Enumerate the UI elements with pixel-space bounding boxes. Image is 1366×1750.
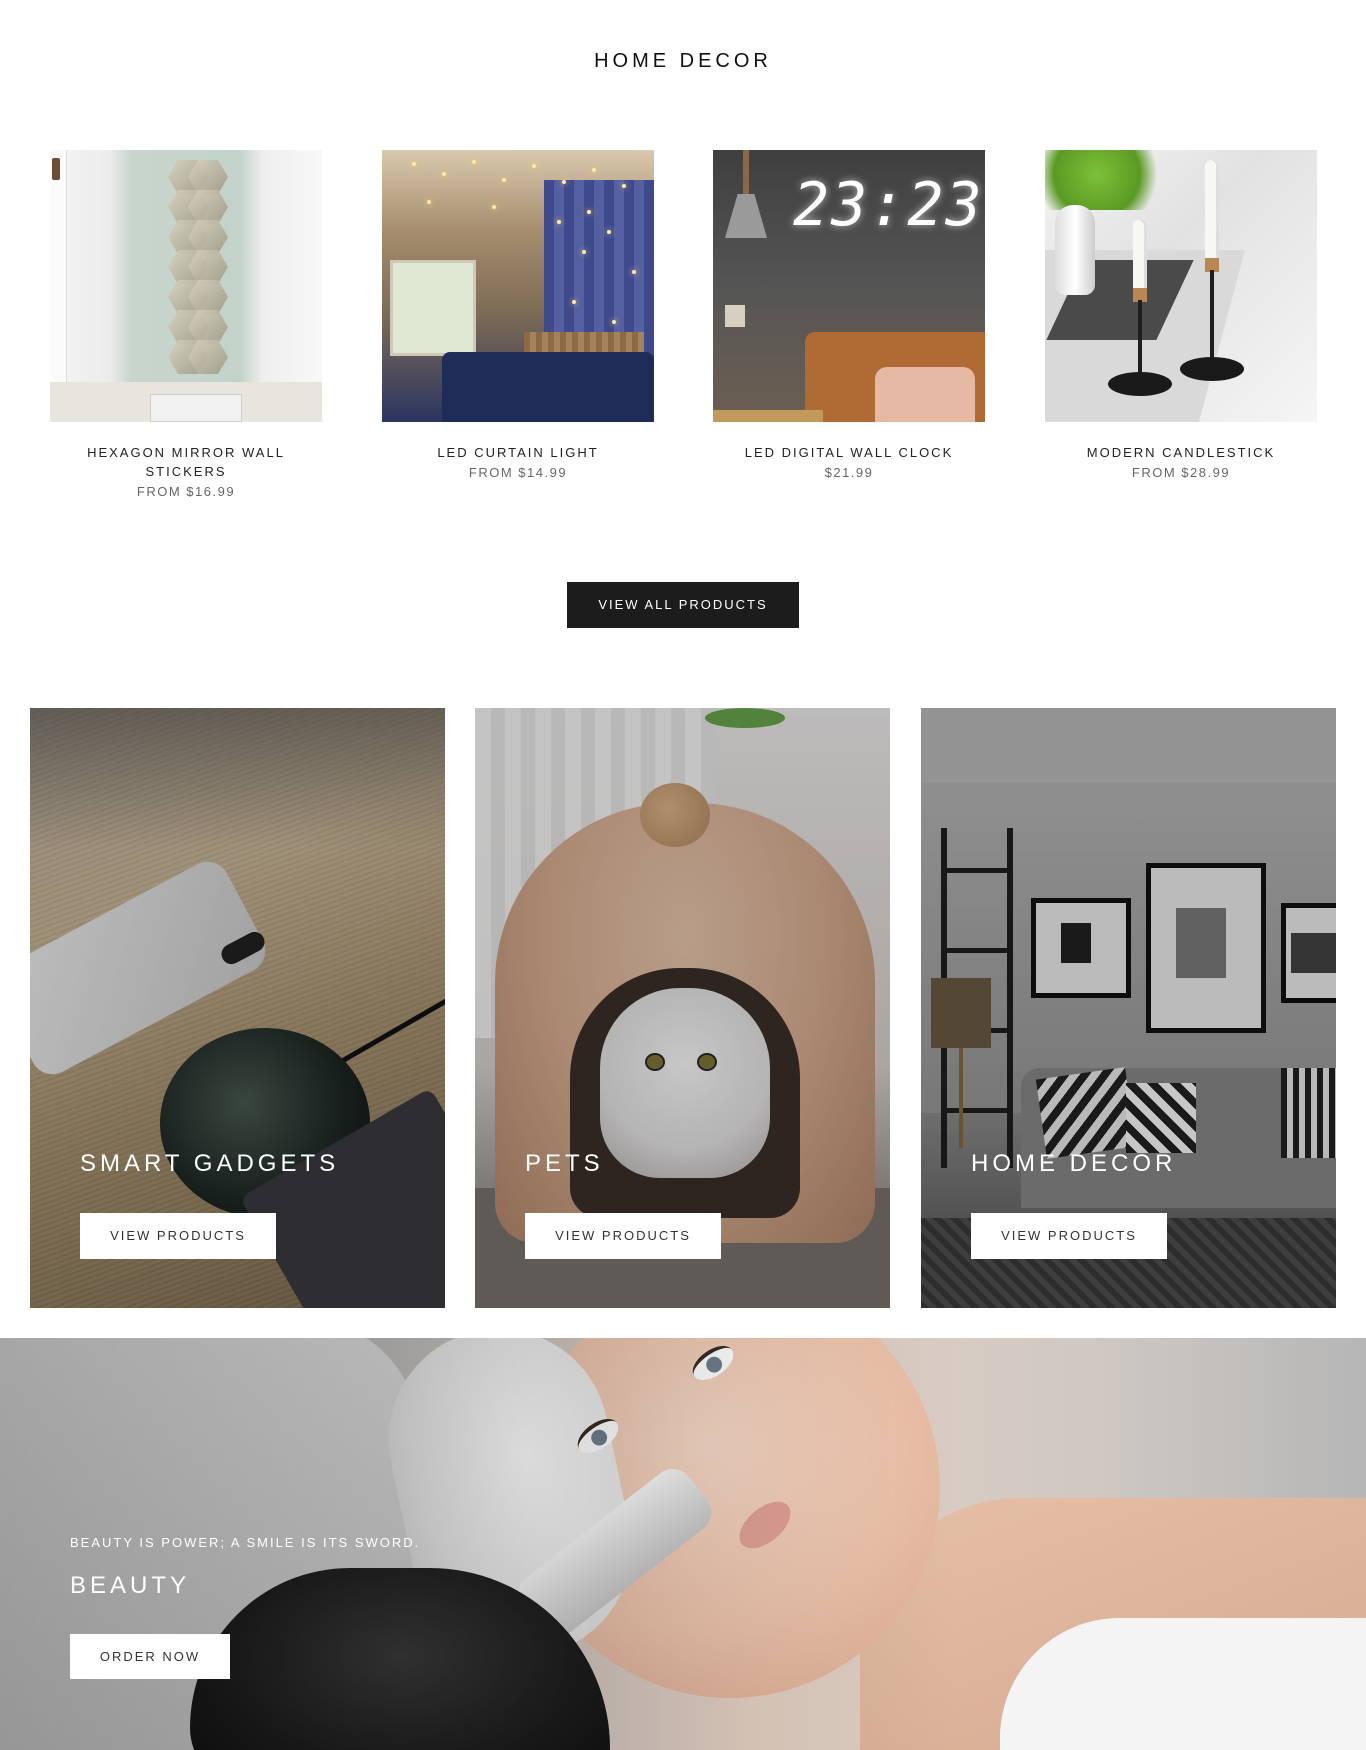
product-name[interactable]: HEXAGON MIRROR WALL STICKERS: [50, 443, 322, 481]
banner-tagline: BEAUTY IS POWER; A SMILE IS ITS SWORD.: [70, 1535, 421, 1550]
product-price: FROM $16.99: [136, 484, 236, 499]
category-tile-smart-gadgets[interactable]: SMART GADGETS VIEW PRODUCTS: [30, 708, 445, 1308]
product-card[interactable]: LED CURTAIN LIGHT FROM $14.99: [382, 150, 654, 480]
section-title: HOME DECOR: [594, 50, 772, 72]
product-price: FROM $14.99: [468, 465, 568, 480]
product-card[interactable]: MODERN CANDLESTICK FROM $28.99: [1045, 150, 1317, 480]
category-title: HOME DECOR: [971, 1150, 1177, 1177]
view-products-button[interactable]: VIEW PRODUCTS: [525, 1213, 721, 1259]
clock-display: 23:23: [793, 170, 984, 240]
product-image[interactable]: [382, 150, 654, 422]
product-image[interactable]: [50, 150, 322, 422]
page: HOME DECOR HEXAGON MIRROR WALL STICKERS …: [0, 0, 1366, 1750]
category-title: SMART GADGETS: [80, 1150, 340, 1177]
category-title: PETS: [525, 1150, 604, 1177]
product-card[interactable]: 23:23 LED DIGITAL WALL CLOCK $21.99: [713, 150, 985, 480]
product-image[interactable]: 23:23: [713, 150, 985, 422]
beauty-banner: BEAUTY IS POWER; A SMILE IS ITS SWORD. B…: [0, 1338, 1366, 1750]
order-now-button[interactable]: ORDER NOW: [70, 1634, 230, 1679]
product-name[interactable]: MODERN CANDLESTICK: [1045, 443, 1317, 462]
banner-title: BEAUTY: [70, 1572, 191, 1599]
product-name[interactable]: LED DIGITAL WALL CLOCK: [713, 443, 985, 462]
view-products-button[interactable]: VIEW PRODUCTS: [971, 1213, 1167, 1259]
product-price: $21.99: [824, 465, 874, 480]
category-tile-pets[interactable]: PETS VIEW PRODUCTS: [475, 708, 890, 1308]
view-products-button[interactable]: VIEW PRODUCTS: [80, 1213, 276, 1259]
product-image[interactable]: [1045, 150, 1317, 422]
view-all-products-button[interactable]: VIEW ALL PRODUCTS: [567, 582, 799, 628]
product-name[interactable]: LED CURTAIN LIGHT: [382, 443, 654, 462]
product-card[interactable]: HEXAGON MIRROR WALL STICKERS FROM $16.99: [50, 150, 322, 499]
product-price: FROM $28.99: [1131, 465, 1231, 480]
category-tile-home-decor[interactable]: HOME DECOR VIEW PRODUCTS: [921, 708, 1336, 1308]
